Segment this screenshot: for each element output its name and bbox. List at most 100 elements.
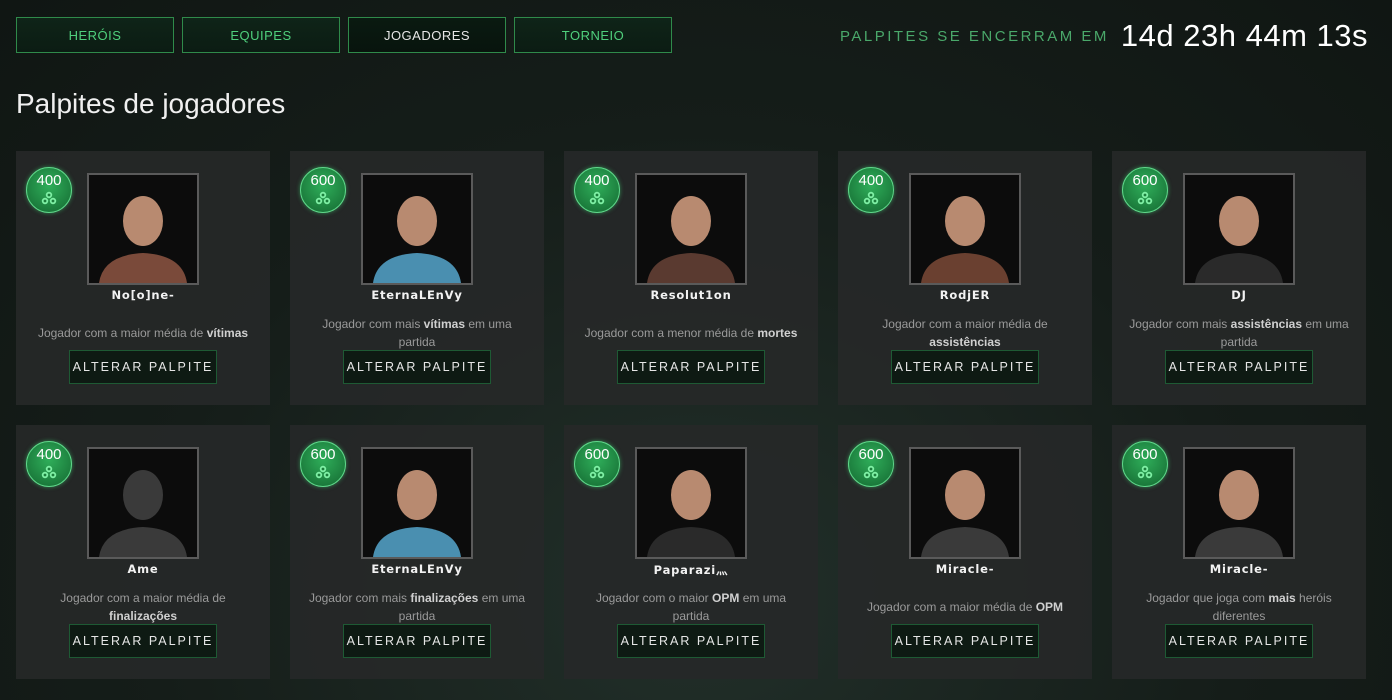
compendium-points-icon (863, 465, 879, 479)
change-prediction-button[interactable]: ALTERAR PALPITE (1165, 624, 1313, 658)
player-silhouette-icon (911, 175, 1019, 283)
prediction-card-10: 600 Miracle- Jogador que joga com mais h… (1112, 425, 1366, 679)
nav-tabs: HERÓIS EQUIPES JOGADORES TORNEIO (16, 17, 672, 53)
compendium-points-icon (1137, 191, 1153, 205)
prediction-card-3: 400 Resolut1on Jogador com a menor média… (564, 151, 818, 405)
compendium-points-icon (589, 465, 605, 479)
prediction-description: Jogador com a maior média de vítimas (37, 326, 249, 340)
player-silhouette-icon (363, 175, 471, 283)
points-value: 400 (36, 446, 62, 463)
points-value: 600 (1132, 446, 1158, 463)
player-name: Miracle- (935, 562, 995, 576)
player-name: RodjER (939, 288, 991, 302)
player-silhouette-icon (637, 449, 745, 557)
compendium-points-icon (863, 191, 879, 205)
change-prediction-button[interactable]: ALTERAR PALPITE (343, 624, 491, 658)
prediction-description: Jogador com mais vítimas em uma partida (322, 317, 512, 349)
prediction-description: Jogador com mais finalizações em uma par… (308, 591, 526, 623)
player-silhouette-icon (89, 449, 197, 557)
player-portrait (87, 173, 199, 285)
tab-equipes[interactable]: EQUIPES (182, 17, 340, 53)
change-prediction-button[interactable]: ALTERAR PALPITE (891, 624, 1039, 658)
prediction-description: Jogador com a menor média de mortes (584, 326, 798, 340)
prediction-card-6: 400 Ame Jogador com a maior média de fin… (16, 425, 270, 679)
change-prediction-button[interactable]: ALTERAR PALPITE (69, 624, 217, 658)
points-value: 600 (1132, 172, 1158, 189)
player-silhouette-icon (89, 175, 197, 283)
player-silhouette-icon (1185, 449, 1293, 557)
player-portrait (361, 173, 473, 285)
compendium-points-icon (41, 191, 57, 205)
player-name: Ame (127, 562, 159, 576)
prediction-description: Jogador com mais assistências em uma par… (1129, 317, 1349, 349)
player-silhouette-icon (637, 175, 745, 283)
points-badge: 400 (574, 167, 620, 213)
points-value: 600 (310, 172, 336, 189)
prediction-card-2: 600 EternaLEnVy Jogador com mais vítimas… (290, 151, 544, 405)
points-value: 400 (36, 172, 62, 189)
player-name: EternaLEnVy (371, 562, 463, 576)
tab-torneio[interactable]: TORNEIO (514, 17, 672, 53)
player-portrait (87, 447, 199, 559)
compendium-points-icon (315, 465, 331, 479)
player-silhouette-icon (363, 449, 471, 557)
player-silhouette-icon (1185, 175, 1293, 283)
points-badge: 600 (300, 167, 346, 213)
player-name: DJ (1231, 288, 1247, 302)
points-value: 600 (584, 446, 610, 463)
prediction-card-8: 600 Paparazi灬 Jogador com o maior OPM em… (564, 425, 818, 679)
change-prediction-button[interactable]: ALTERAR PALPITE (617, 350, 765, 384)
countdown-label: PALPITES SE ENCERRAM EM (839, 27, 1109, 45)
prediction-description: Jogador com a maior média de OPM (866, 600, 1064, 614)
points-value: 400 (858, 172, 884, 189)
points-badge: 600 (1122, 167, 1168, 213)
change-prediction-button[interactable]: ALTERAR PALPITE (617, 624, 765, 658)
player-portrait (909, 447, 1021, 559)
compendium-points-icon (315, 191, 331, 205)
prediction-card-9: 600 Miracle- Jogador com a maior média d… (838, 425, 1092, 679)
player-name: Miracle- (1209, 562, 1269, 576)
player-portrait (635, 173, 747, 285)
compendium-points-icon (41, 465, 57, 479)
points-badge: 400 (848, 167, 894, 213)
prediction-card-5: 600 DJ Jogador com mais assistências em … (1112, 151, 1366, 405)
prediction-description: Jogador que joga com mais heróis diferen… (1146, 591, 1332, 623)
points-badge: 600 (574, 441, 620, 487)
prediction-grid: 400 No[o]ne- Jogador com a maior média d… (16, 151, 1366, 679)
player-name: Paparazi灬 (653, 563, 729, 577)
prediction-description: Jogador com o maior OPM em uma partida (595, 591, 787, 623)
player-portrait (635, 447, 747, 559)
points-badge: 400 (26, 441, 72, 487)
prediction-description: Jogador com a maior média de finalizaçõe… (60, 591, 226, 623)
player-portrait (361, 447, 473, 559)
points-badge: 600 (848, 441, 894, 487)
points-value: 600 (310, 446, 336, 463)
player-silhouette-icon (911, 449, 1019, 557)
change-prediction-button[interactable]: ALTERAR PALPITE (343, 350, 491, 384)
prediction-card-7: 600 EternaLEnVy Jogador com mais finaliz… (290, 425, 544, 679)
player-portrait (909, 173, 1021, 285)
player-portrait (1183, 447, 1295, 559)
prediction-card-1: 400 No[o]ne- Jogador com a maior média d… (16, 151, 270, 405)
points-value: 400 (584, 172, 610, 189)
player-name: Resolut1on (650, 288, 732, 302)
compendium-points-icon (1137, 465, 1153, 479)
tab-herois[interactable]: HERÓIS (16, 17, 174, 53)
prediction-card-4: 400 RodjER Jogador com a maior média de … (838, 151, 1092, 405)
points-value: 600 (858, 446, 884, 463)
countdown: PALPITES SE ENCERRAM EM 14d 23h 44m 13s (840, 18, 1368, 54)
change-prediction-button[interactable]: ALTERAR PALPITE (69, 350, 217, 384)
page-title: Palpites de jogadores (16, 88, 286, 119)
points-badge: 600 (300, 441, 346, 487)
compendium-points-icon (589, 191, 605, 205)
prediction-description: Jogador com a maior média de assistência… (882, 317, 1048, 349)
player-portrait (1183, 173, 1295, 285)
player-name: EternaLEnVy (371, 288, 463, 302)
countdown-timer: 14d 23h 44m 13s (1120, 18, 1368, 53)
tab-jogadores[interactable]: JOGADORES (348, 17, 506, 53)
change-prediction-button[interactable]: ALTERAR PALPITE (1165, 350, 1313, 384)
points-badge: 600 (1122, 441, 1168, 487)
change-prediction-button[interactable]: ALTERAR PALPITE (891, 350, 1039, 384)
points-badge: 400 (26, 167, 72, 213)
player-name: No[o]ne- (111, 288, 175, 302)
